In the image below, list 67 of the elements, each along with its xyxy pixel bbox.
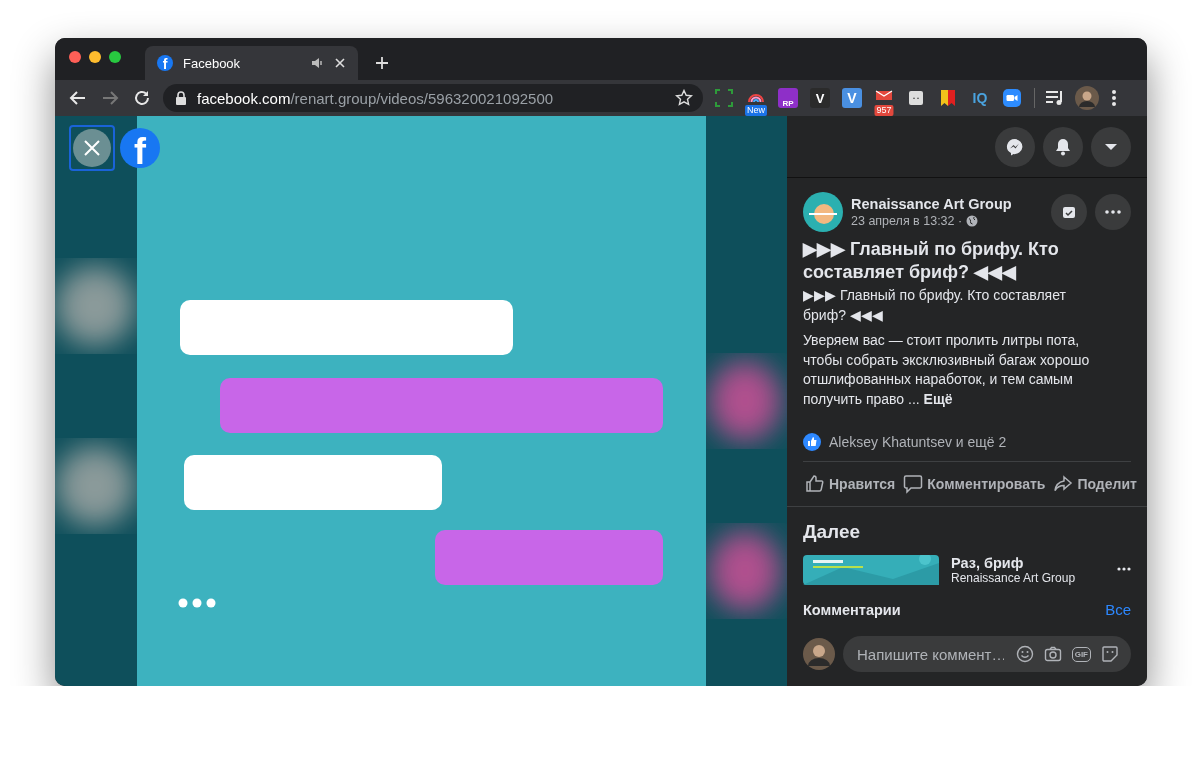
url-text: facebook.com/renart.group/videos/596320021092500	[197, 89, 555, 107]
close-window-control[interactable]	[69, 51, 81, 63]
check-box-icon	[1061, 204, 1077, 220]
like-reaction-icon	[803, 433, 821, 451]
camera-icon[interactable]	[1043, 645, 1062, 663]
gif-button[interactable]: GIF	[1071, 646, 1091, 662]
favicon: f	[157, 55, 173, 71]
bookmark-icon[interactable]	[938, 88, 958, 108]
sticker-icon[interactable]	[1101, 645, 1119, 663]
comment-icon	[903, 474, 924, 494]
speaker-icon[interactable]	[310, 56, 324, 70]
browser-tab[interactable]: f Facebook	[145, 46, 358, 80]
zoom-window-control[interactable]	[109, 51, 121, 63]
back-icon[interactable]	[69, 89, 87, 107]
menu-icon[interactable]	[1111, 89, 1117, 107]
channel-name[interactable]: Renaissance Art Group	[951, 572, 1105, 585]
comment-button[interactable]: Комментировать	[901, 474, 1048, 494]
post-text: Уверяем вас — стоит пролить литры пота, чтобы собрать эксклюзивный багаж хорошо отшлифованных наработок, и тем самым получить право ... Ещё	[803, 331, 1091, 409]
extension-icon[interactable]: V	[810, 88, 830, 108]
bookmark-star-icon[interactable]	[675, 89, 693, 107]
new-tab-icon[interactable]	[375, 56, 389, 70]
save-button[interactable]	[1051, 194, 1087, 230]
minimize-window-control[interactable]	[89, 51, 101, 63]
media-playlist-icon[interactable]	[1045, 89, 1065, 107]
close-button[interactable]	[69, 125, 115, 171]
bell-icon	[1053, 136, 1073, 157]
share-icon	[1053, 474, 1074, 494]
comment-field[interactable]: Напишите коммент… GIF	[843, 636, 1131, 672]
share-button[interactable]: Поделит	[1051, 474, 1139, 494]
extension-icon[interactable]: RP	[778, 88, 798, 108]
comments-heading: Комментарии	[803, 601, 901, 618]
like-icon	[805, 474, 825, 494]
more-options-button[interactable]	[1095, 194, 1131, 230]
reload-icon[interactable]	[133, 89, 151, 107]
messenger-icon	[1005, 136, 1025, 157]
tab-title: Facebook	[183, 55, 242, 71]
all-comments-link[interactable]: Все	[1105, 601, 1131, 618]
post-time[interactable]: 23 апреля в 13:32 ·	[851, 214, 963, 228]
see-more-link[interactable]: Ещё	[923, 390, 953, 407]
video-title[interactable]: Раз, бриф	[951, 555, 1105, 572]
author-name[interactable]: Renaissance Art Group	[851, 196, 1043, 212]
post-subtitle: ▶▶▶ Главный по брифу. Кто составляет бриф? ◀◀◀	[803, 286, 1067, 325]
account-menu-button[interactable]	[1091, 126, 1131, 167]
page-avatar[interactable]	[803, 192, 843, 232]
extension-icon[interactable]: IQ	[972, 88, 988, 108]
ellipsis-icon	[1105, 210, 1121, 214]
extension-badge: New	[745, 105, 767, 116]
ellipsis-icon	[1117, 567, 1131, 571]
frame-icon[interactable]	[714, 88, 734, 108]
emoji-icon[interactable]	[1015, 645, 1034, 663]
caret-icon	[1105, 143, 1117, 150]
close-icon[interactable]	[334, 57, 346, 69]
profile-avatar[interactable]	[1075, 86, 1099, 110]
extension-badge: 957	[874, 105, 894, 116]
notifications-button[interactable]	[1043, 126, 1083, 167]
globe-icon	[966, 215, 979, 227]
messenger-button[interactable]	[995, 126, 1035, 167]
close-icon	[83, 139, 101, 157]
address-bar[interactable]: facebook.com/renart.group/videos/596320021092500	[163, 84, 703, 112]
like-button[interactable]: Нравится	[803, 474, 898, 494]
lock-icon	[175, 91, 187, 105]
video-camera-icon[interactable]	[1002, 88, 1022, 108]
section-heading: Далее	[803, 521, 862, 543]
reactions-summary[interactable]: Aleksey Khatuntsev и ещё 2	[829, 434, 1007, 450]
box-icon[interactable]	[906, 88, 926, 108]
post-title: ▶▶▶ Главный по брифу. Кто составляет бриф? ◀◀◀	[803, 238, 1060, 284]
user-avatar[interactable]	[803, 638, 835, 670]
